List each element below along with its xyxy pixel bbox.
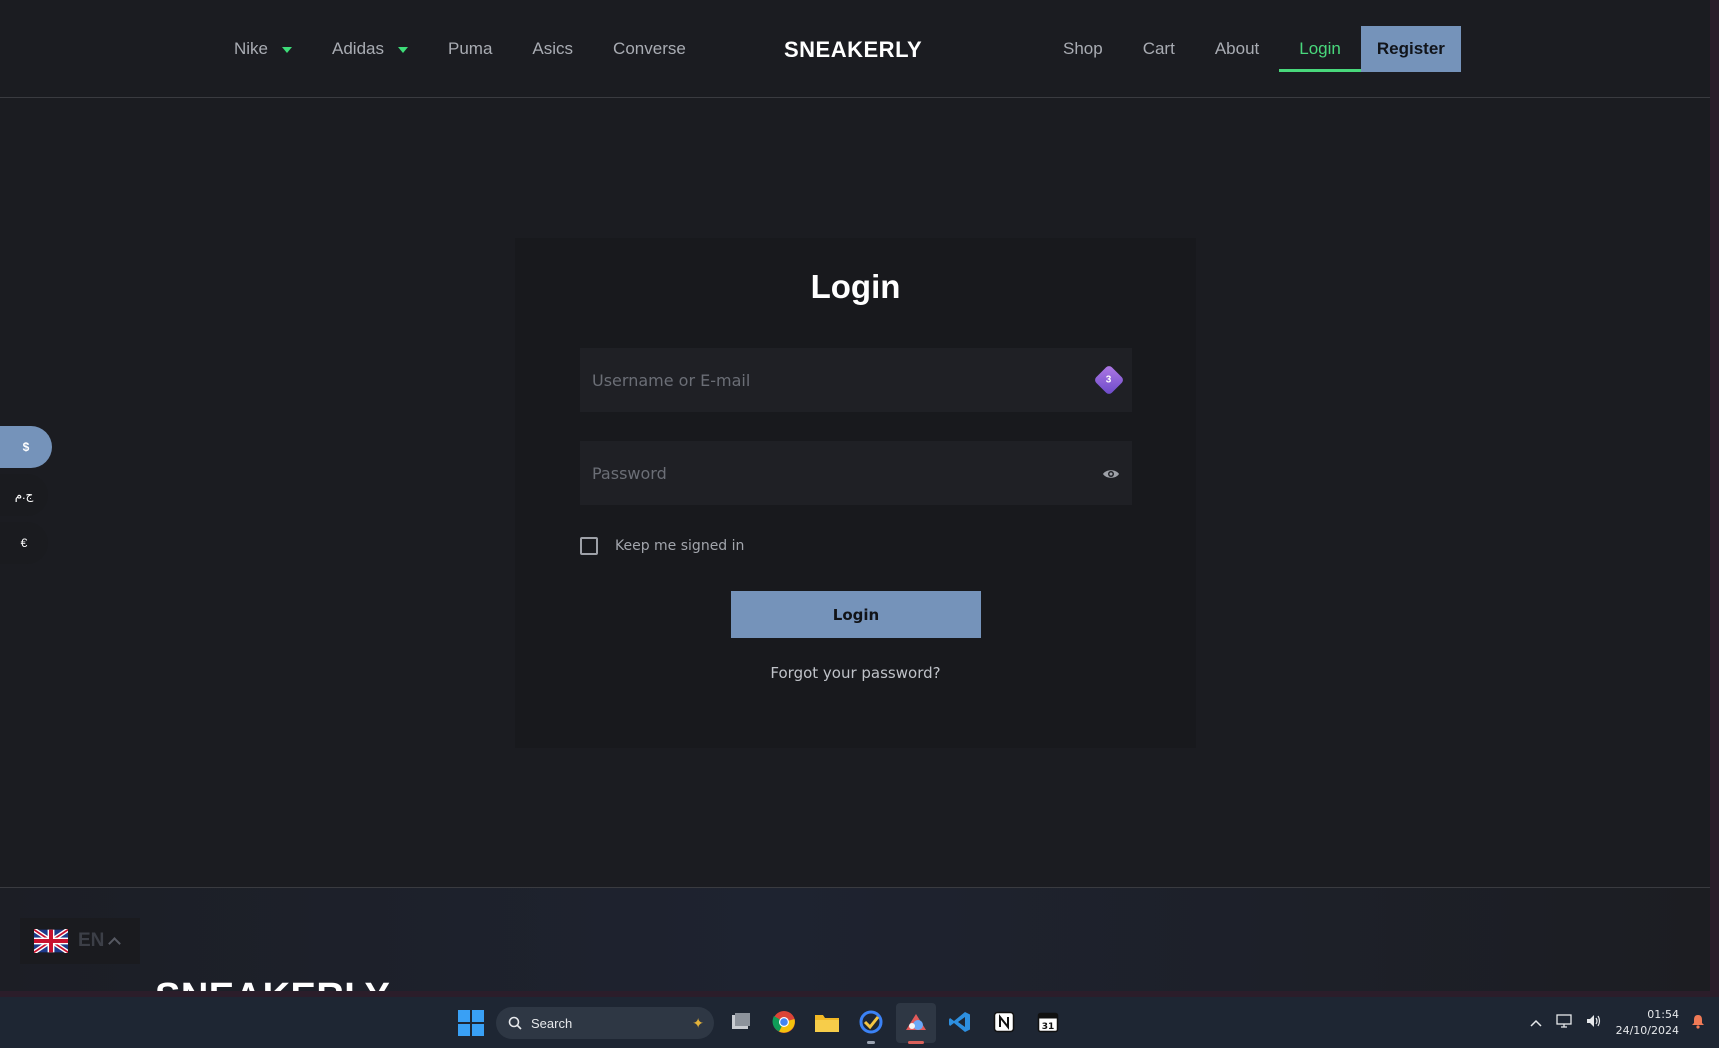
username-field[interactable]: 3 <box>580 348 1132 412</box>
login-title: Login <box>810 268 901 305</box>
site-header: Nike Adidas Puma Asics Converse SNEAKERL… <box>0 0 1710 98</box>
search-icon <box>508 1016 522 1030</box>
chevron-up-icon <box>108 937 122 950</box>
active-indicator <box>908 1041 924 1044</box>
login-card: Login 3 Keep me signed in Login Forgot y… <box>515 238 1196 748</box>
currency-eur[interactable]: € <box>0 522 48 564</box>
notification-bell-icon[interactable] <box>1691 1014 1705 1032</box>
nav-adidas[interactable]: Adidas <box>332 39 408 59</box>
nav-cart[interactable]: Cart <box>1123 26 1195 72</box>
password-manager-count: 3 <box>1106 374 1112 386</box>
forgot-password-link[interactable]: Forgot your password? <box>515 664 1196 682</box>
site-footer: EN SNEAKERLY <box>0 887 1710 997</box>
windows-start-icon[interactable] <box>458 1010 484 1036</box>
nav-asics[interactable]: Asics <box>532 39 573 59</box>
keep-signed-in-label: Keep me signed in <box>615 538 745 554</box>
language-switcher[interactable]: EN <box>20 918 140 964</box>
nav-asics-label: Asics <box>532 39 574 58</box>
username-input[interactable] <box>592 370 1098 390</box>
main-nav: Shop Cart About Login Register <box>1043 26 1461 72</box>
running-indicator <box>867 1041 875 1044</box>
nav-converse-label: Converse <box>613 39 686 58</box>
todo-icon[interactable] <box>857 1008 885 1044</box>
network-icon[interactable] <box>1555 1014 1572 1031</box>
folder-icon[interactable] <box>813 1008 841 1036</box>
site-logo[interactable]: SNEAKERLY <box>784 37 922 63</box>
password-field[interactable] <box>580 441 1132 505</box>
vscode-icon[interactable] <box>946 1008 974 1036</box>
chrome-icon[interactable] <box>770 1008 798 1036</box>
volume-icon[interactable] <box>1586 1014 1602 1031</box>
password-input[interactable] <box>592 463 1102 483</box>
system-tray: 01:54 24/10/2024 <box>1530 997 1719 1048</box>
login-button[interactable]: Login <box>731 591 981 638</box>
window-edge <box>1710 0 1719 997</box>
nav-converse[interactable]: Converse <box>613 39 686 59</box>
caret-down-icon <box>282 47 293 53</box>
drawing-app-icon[interactable] <box>896 1003 936 1044</box>
chevron-up-icon[interactable] <box>1530 1015 1542 1030</box>
taskbar: Search ✦ 31 01:54 24/10/2024 <box>0 997 1719 1048</box>
nav-puma[interactable]: Puma <box>448 39 492 59</box>
file-explorer-icon[interactable] <box>727 1008 755 1036</box>
language-code: EN <box>78 930 105 951</box>
taskbar-search[interactable]: Search ✦ <box>496 1007 714 1039</box>
uk-flag-icon <box>34 929 68 953</box>
eye-icon[interactable] <box>1102 467 1120 479</box>
caret-down-icon <box>398 47 408 53</box>
nav-shop[interactable]: Shop <box>1043 26 1123 72</box>
currency-usd[interactable]: $ <box>0 426 52 468</box>
clock-date: 24/10/2024 <box>1615 1023 1679 1037</box>
nav-adidas-label: Adidas <box>332 39 384 58</box>
keep-signed-in[interactable]: Keep me signed in <box>580 537 744 555</box>
currency-switcher: $ ج.م € <box>0 426 52 570</box>
keep-signed-in-checkbox[interactable] <box>580 537 598 555</box>
nav-about[interactable]: About <box>1195 26 1279 72</box>
search-highlight-icon: ✦ <box>692 1014 704 1031</box>
taskbar-search-label: Search <box>531 1015 573 1031</box>
clock-time: 01:54 <box>1647 1007 1679 1021</box>
notion-icon[interactable] <box>990 1008 1018 1036</box>
nav-nike-label: Nike <box>234 39 269 58</box>
nav-puma-label: Puma <box>448 39 493 58</box>
nav-nike[interactable]: Nike <box>234 39 293 59</box>
password-manager-badge-icon[interactable]: 3 <box>1093 364 1125 396</box>
calendar-icon[interactable]: 31 <box>1034 1008 1062 1036</box>
clock[interactable]: 01:54 24/10/2024 <box>1616 1007 1679 1039</box>
register-button[interactable]: Register <box>1360 26 1461 72</box>
svg-text:31: 31 <box>1042 1022 1055 1032</box>
nav-login[interactable]: Login <box>1279 26 1361 72</box>
brand-nav: Nike Adidas Puma Asics Converse <box>234 0 726 98</box>
currency-egp[interactable]: ج.م <box>0 474 48 516</box>
